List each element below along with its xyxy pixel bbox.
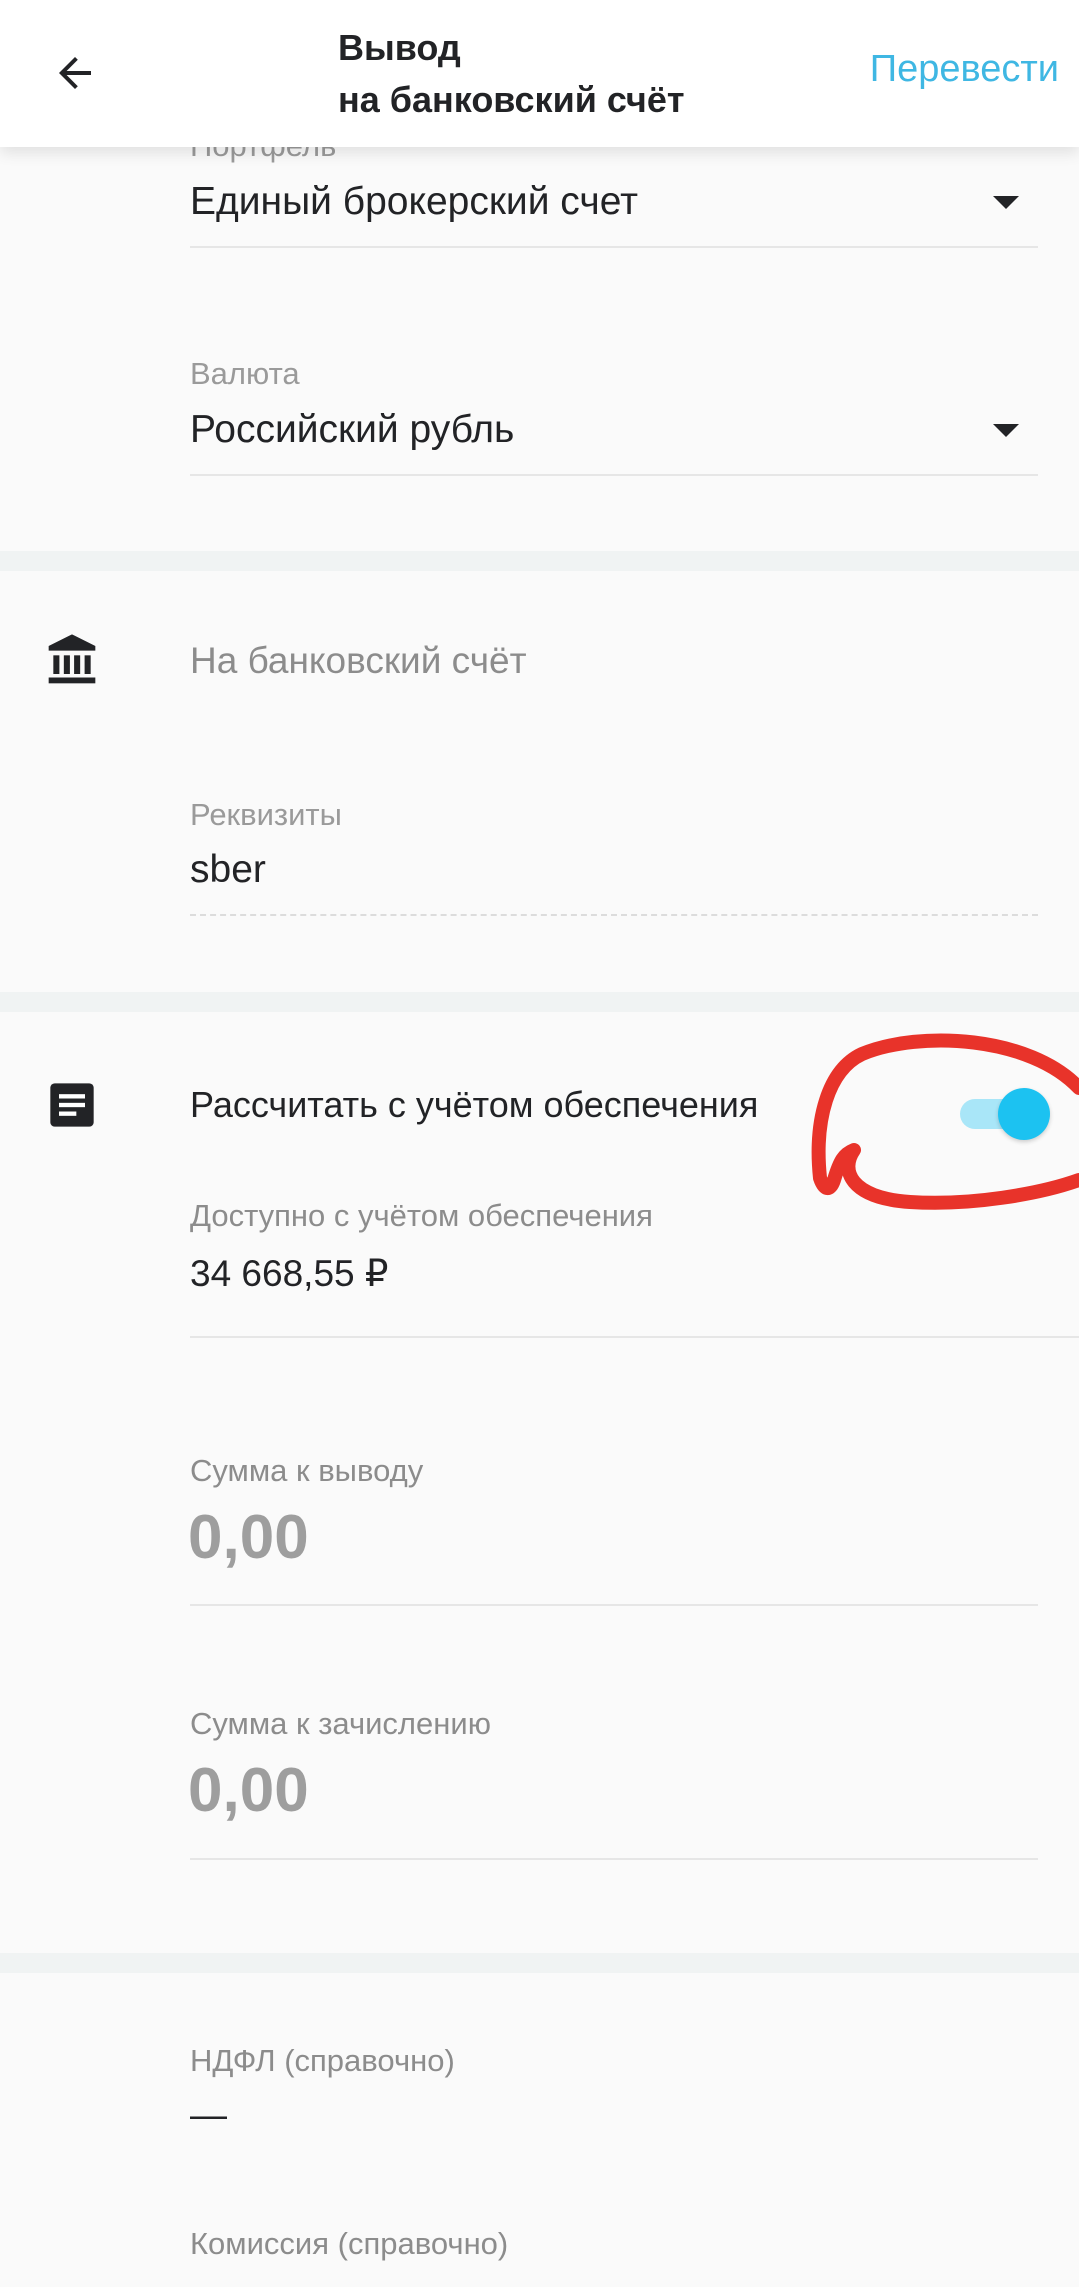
chevron-down-icon[interactable] [993, 196, 1019, 209]
credit-amount-input[interactable]: 0,00 [188, 1755, 309, 1826]
arrow-left-icon [59, 57, 91, 89]
requisites-underline [190, 914, 1038, 916]
document-icon [42, 1075, 102, 1135]
requisites-label: Реквизиты [190, 797, 342, 832]
withdraw-amount-input[interactable]: 0,00 [188, 1502, 309, 1573]
commission-label: Комиссия (справочно) [190, 2226, 509, 2261]
currency-underline [190, 474, 1038, 476]
credit-amount-underline [190, 1858, 1038, 1860]
chevron-down-icon[interactable] [993, 424, 1019, 437]
ndfl-label: НДФЛ (справочно) [190, 2043, 455, 2078]
credit-amount-label: Сумма к зачислению [190, 1706, 491, 1741]
currency-value[interactable]: Российский рубль [190, 408, 514, 452]
collateral-toggle[interactable] [958, 1083, 1054, 1140]
toggle-thumb [998, 1088, 1050, 1140]
portfolio-value[interactable]: Единый брокерский счет [190, 180, 638, 224]
available-label: Доступно с учётом обеспечения [190, 1198, 653, 1233]
bank-section-title: На банковский счёт [190, 640, 527, 681]
available-value: 34 668,55 ₽ [190, 1253, 389, 1294]
page-title-line1: Вывод [338, 27, 461, 68]
section-divider [0, 1953, 1079, 1973]
back-button[interactable] [40, 38, 110, 108]
transfer-button[interactable]: Перевести [870, 48, 1059, 91]
collateral-toggle-label: Рассчитать с учётом обеспечения [190, 1084, 759, 1125]
page-title-line2: на банковский счёт [338, 79, 685, 120]
requisites-value[interactable]: sber [190, 848, 266, 892]
portfolio-underline [190, 246, 1038, 248]
ndfl-value: — [190, 2094, 227, 2135]
available-underline [190, 1336, 1079, 1338]
section-divider [0, 992, 1079, 1012]
top-app-bar: Вывод на банковский счёт Перевести [0, 0, 1079, 147]
currency-label: Валюта [190, 356, 300, 391]
withdraw-amount-label: Сумма к выводу [190, 1453, 424, 1488]
withdraw-amount-underline [190, 1604, 1038, 1606]
withdraw-screen: Портфель Единый брокерский счет Валюта Р… [0, 0, 1079, 2287]
section-divider [0, 551, 1079, 571]
page-title: Вывод на банковский счёт [338, 22, 684, 126]
bank-icon [42, 630, 102, 690]
